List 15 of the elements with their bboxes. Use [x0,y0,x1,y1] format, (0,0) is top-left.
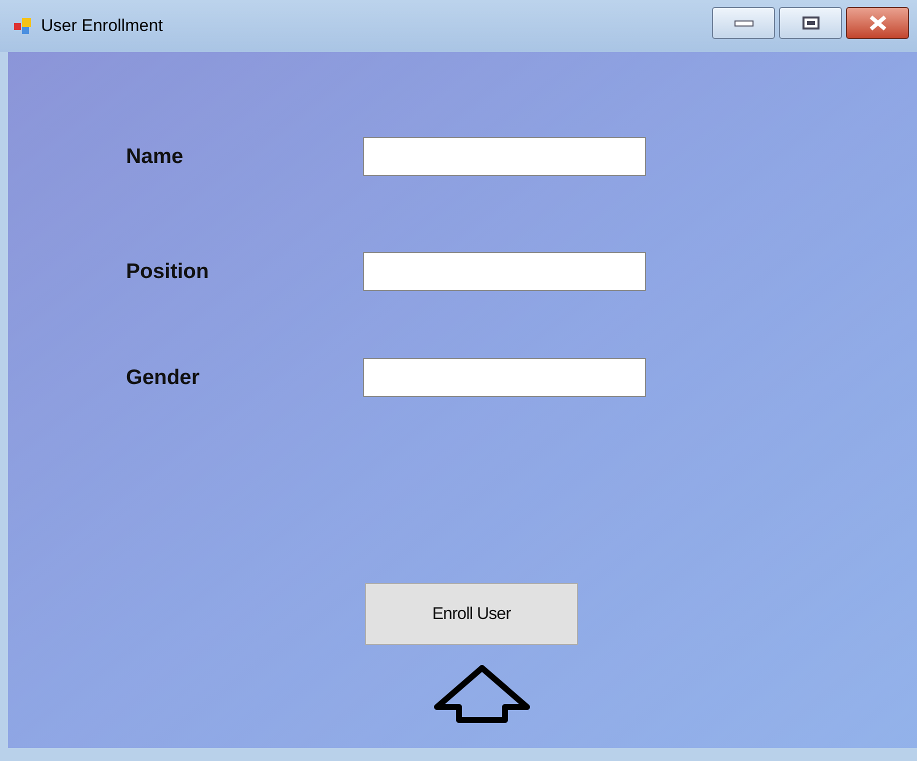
up-arrow-icon [432,665,532,723]
text-field[interactable] [363,358,646,397]
text-field[interactable] [363,137,646,176]
enroll-user-button[interactable]: Enroll User [365,583,578,645]
maximize-icon [802,16,820,30]
window-title: User Enrollment [41,15,163,38]
minimize-icon [734,19,754,27]
app-icon [13,17,33,35]
text-field[interactable] [363,252,646,291]
field-label: Name [126,144,184,170]
minimize-button[interactable] [712,7,775,39]
maximize-button[interactable] [779,7,842,39]
close-button[interactable] [846,7,909,39]
field-label: Position [126,258,210,285]
field-label: Gender [126,364,201,391]
